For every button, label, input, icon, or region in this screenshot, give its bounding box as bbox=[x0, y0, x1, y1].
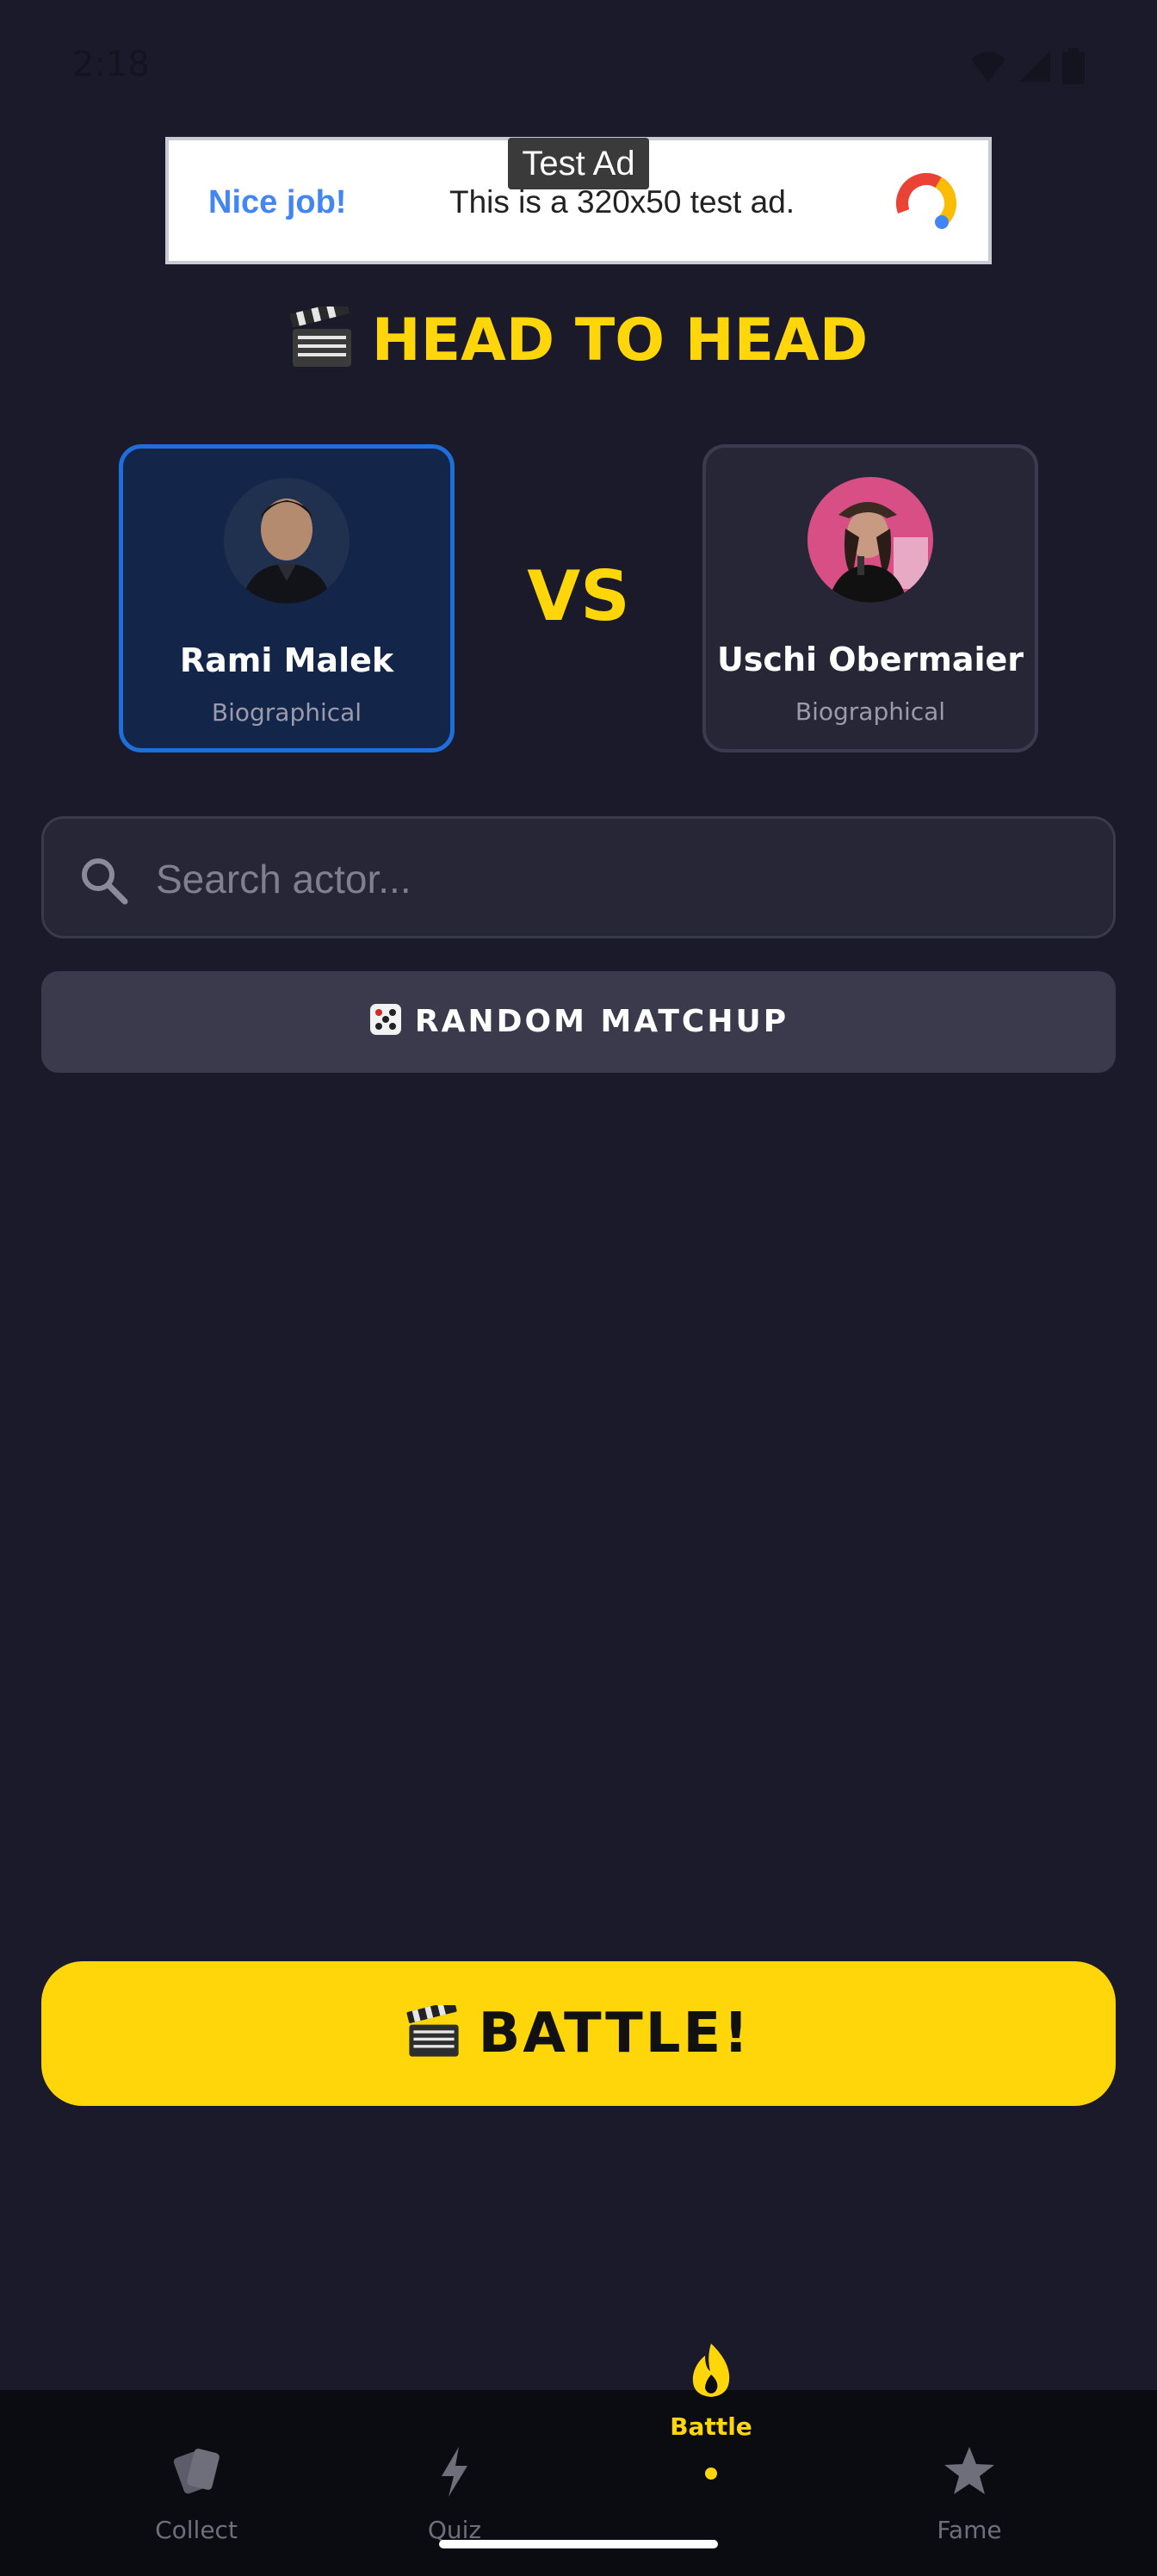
status-bar: 2:18 bbox=[0, 0, 1157, 138]
nav-item-fame[interactable]: Fame bbox=[840, 2390, 1098, 2562]
search-icon bbox=[82, 858, 128, 905]
actor-genre-right: Biographical bbox=[795, 697, 946, 726]
actor-card-right[interactable]: Uschi Obermaier Biographical bbox=[702, 444, 1038, 752]
battle-label: BATTLE! bbox=[478, 2002, 752, 2065]
nav-item-quiz[interactable]: Quiz bbox=[325, 2390, 584, 2562]
actor-avatar-left bbox=[224, 478, 350, 604]
clapperboard-icon bbox=[406, 2005, 459, 2057]
search-bar[interactable] bbox=[41, 816, 1116, 938]
page-title: HEAD TO HEAD bbox=[0, 307, 1157, 375]
ad-logo-icon[interactable] bbox=[892, 169, 961, 238]
dice-icon bbox=[369, 1004, 401, 1035]
battle-button[interactable]: BATTLE! bbox=[41, 1961, 1116, 2106]
star-icon bbox=[944, 2447, 994, 2494]
battery-icon bbox=[1062, 48, 1085, 84]
ad-headline[interactable]: Nice job! bbox=[208, 184, 346, 221]
lightning-icon bbox=[442, 2447, 467, 2497]
head-to-head-screen: 2:18 Test Ad Nice job! This is a 320x50 … bbox=[0, 0, 1157, 2576]
signal-icon bbox=[1019, 51, 1050, 82]
nav-label-collect: Collect bbox=[155, 2516, 238, 2544]
status-icons bbox=[969, 48, 1085, 84]
random-matchup-label: RANDOM MATCHUP bbox=[414, 1004, 789, 1039]
actor-avatar-right bbox=[807, 477, 933, 603]
clapperboard-icon bbox=[289, 307, 351, 367]
ad-text[interactable]: This is a 320x50 test ad. bbox=[449, 184, 795, 220]
actor-name-right: Uschi Obermaier bbox=[716, 641, 1024, 678]
nav-item-battle[interactable]: Battle bbox=[582, 2344, 840, 2562]
nav-item-collect[interactable]: Collect bbox=[67, 2390, 325, 2562]
cards-icon bbox=[173, 2449, 220, 2494]
status-time: 2:18 bbox=[72, 45, 150, 84]
actor-name-left: Rami Malek bbox=[179, 641, 394, 679]
random-matchup-button[interactable]: RANDOM MATCHUP bbox=[41, 971, 1116, 1073]
nav-label-battle: Battle bbox=[670, 2412, 752, 2441]
search-input[interactable] bbox=[156, 845, 1086, 913]
wifi-icon bbox=[971, 52, 1005, 82]
flame-icon bbox=[692, 2344, 730, 2397]
home-indicator[interactable] bbox=[439, 2540, 718, 2548]
nav-label-fame: Fame bbox=[937, 2516, 1002, 2544]
actor-card-left[interactable]: Rami Malek Biographical bbox=[119, 444, 455, 752]
page-title-text: HEAD TO HEAD bbox=[371, 307, 869, 375]
test-ad-label: Test Ad bbox=[508, 138, 649, 189]
active-indicator-dot bbox=[705, 2468, 717, 2480]
vs-label: VS bbox=[527, 556, 630, 636]
actor-genre-left: Biographical bbox=[211, 698, 362, 727]
